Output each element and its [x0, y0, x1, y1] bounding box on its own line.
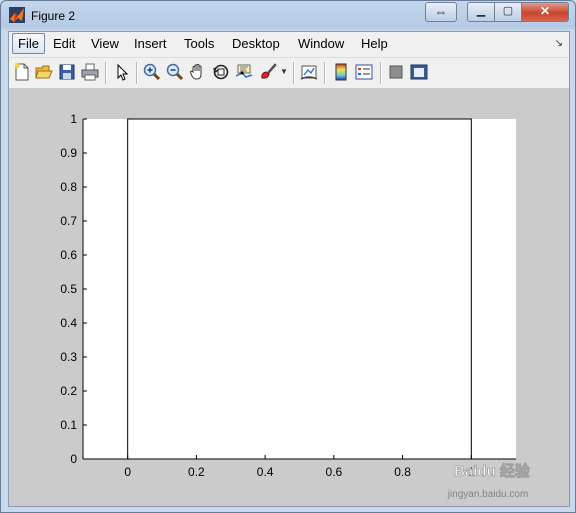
y-tick-label: 0.4 — [60, 316, 77, 330]
y-tick-label: 0.5 — [60, 282, 77, 296]
figure-client-area: File Edit View Insert Tools Desktop Wind… — [8, 31, 570, 507]
window-title: Figure 2 — [31, 9, 76, 23]
zoom-out-icon[interactable] — [165, 62, 185, 82]
x-tick-label: 0.2 — [188, 465, 205, 479]
hide-plot-tools-icon[interactable] — [386, 62, 406, 82]
new-figure-icon[interactable] — [12, 62, 32, 82]
axes-background — [83, 119, 516, 459]
toolbar-separator — [105, 62, 107, 84]
dock-button[interactable]: ⇔ — [425, 2, 457, 22]
show-plot-tools-icon[interactable] — [409, 62, 429, 82]
menu-tools[interactable]: Tools — [184, 36, 214, 51]
toolbar-separator — [136, 62, 138, 84]
menu-edit[interactable]: Edit — [53, 36, 75, 51]
x-tick-label: 0 — [124, 465, 131, 479]
link-plot-icon[interactable] — [299, 62, 319, 82]
y-tick-label: 0.8 — [60, 180, 77, 194]
brush-icon[interactable] — [258, 62, 278, 82]
legend-icon[interactable] — [354, 62, 374, 82]
maximize-button[interactable]: ▢ — [494, 2, 522, 22]
y-tick-label: 0.7 — [60, 214, 77, 228]
pan-hand-icon[interactable] — [188, 62, 208, 82]
matlab-logo-icon — [9, 7, 25, 23]
menu-insert[interactable]: Insert — [134, 36, 167, 51]
y-tick-label: 0.2 — [60, 384, 77, 398]
data-cursor-icon[interactable] — [234, 62, 254, 82]
toolbar-separator — [380, 62, 382, 84]
menu-dock-arrow-icon[interactable]: ↘ — [555, 38, 563, 49]
colorbar-icon[interactable] — [331, 62, 351, 82]
x-tick-label: 0.6 — [326, 465, 343, 479]
pointer-icon[interactable] — [112, 62, 132, 82]
plot-area[interactable]: 0 0.1 0.2 0.3 0.4 0.5 0.6 0.7 0.8 0.9 1 0 0.2 0.4 0.6 0… — [9, 89, 569, 506]
y-tick-label: 0.9 — [60, 146, 77, 160]
figure-toolbar: ▼ — [9, 57, 569, 89]
menu-desktop[interactable]: Desktop — [232, 36, 280, 51]
menu-help[interactable]: Help — [361, 36, 388, 51]
save-icon[interactable] — [57, 62, 77, 82]
print-icon[interactable] — [80, 62, 100, 82]
x-tick-label: 0.8 — [394, 465, 411, 479]
minimize-button[interactable]: ▁ — [467, 2, 495, 22]
menu-bar: File Edit View Insert Tools Desktop Wind… — [9, 32, 569, 57]
y-tick-label: 0.6 — [60, 248, 77, 262]
open-file-icon[interactable] — [34, 62, 54, 82]
brush-dropdown-arrow-icon[interactable]: ▼ — [280, 67, 288, 76]
rotate-3d-icon[interactable] — [211, 62, 231, 82]
toolbar-separator — [293, 62, 295, 84]
y-tick-label: 0.3 — [60, 350, 77, 364]
figure-canvas: 0 0.1 0.2 0.3 0.4 0.5 0.6 0.7 0.8 0.9 1 0 0.2 0.4 0.6 0… — [9, 89, 569, 506]
title-bar[interactable]: Figure 2 ⇔ ▁ ▢ ✕ — [1, 1, 575, 31]
menu-window[interactable]: Window — [298, 36, 344, 51]
x-tick-label: 0.4 — [257, 465, 274, 479]
zoom-in-icon[interactable] — [142, 62, 162, 82]
watermark-url-text: jingyan.baidu.com — [447, 489, 529, 500]
toolbar-separator — [324, 62, 326, 84]
y-tick-label: 0 — [70, 452, 77, 466]
menu-file[interactable]: File — [12, 33, 45, 54]
y-tick-label: 1 — [70, 112, 77, 126]
watermark-logo-text: Baidu 经验 — [454, 462, 531, 480]
menu-view[interactable]: View — [91, 36, 119, 51]
close-button[interactable]: ✕ — [521, 2, 569, 22]
y-tick-label: 0.1 — [60, 418, 77, 432]
figure-window: Figure 2 ⇔ ▁ ▢ ✕ File Edit View Insert T… — [0, 0, 576, 513]
